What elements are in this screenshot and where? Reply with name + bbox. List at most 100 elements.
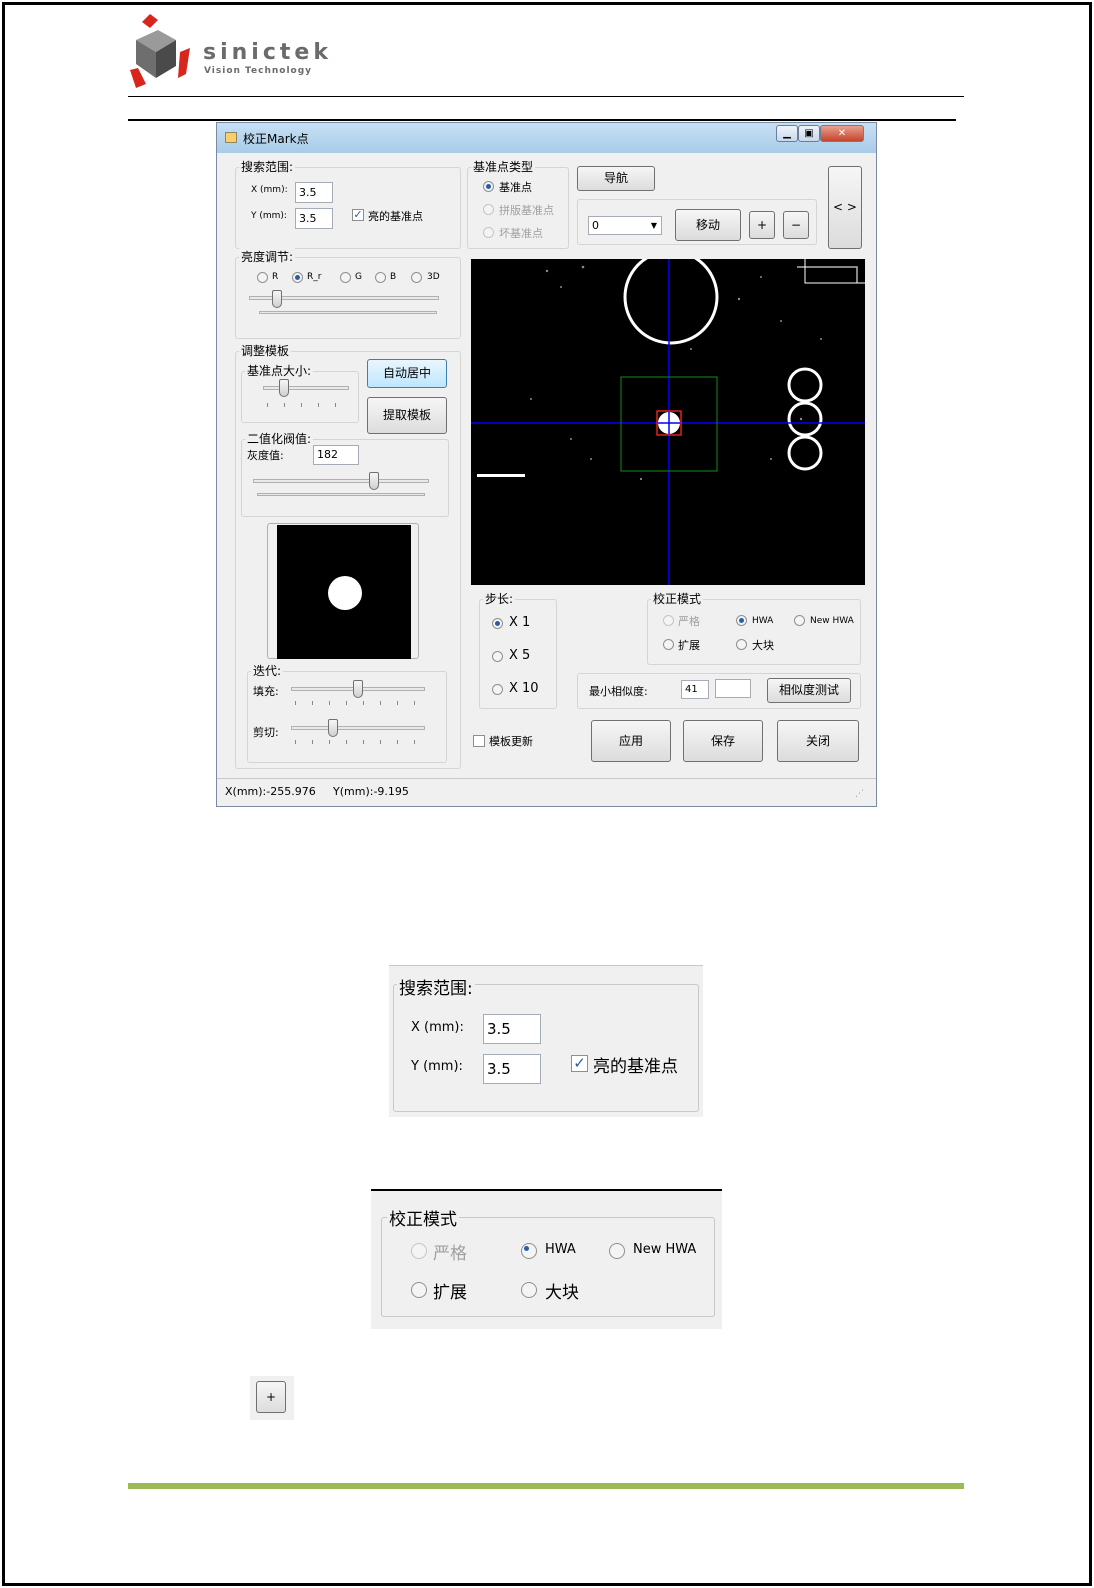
- auto-center-button[interactable]: 自动居中: [367, 359, 447, 388]
- fiducial-size-slider-thumb[interactable]: [279, 379, 289, 397]
- window-title: 校正Mark点: [243, 132, 309, 146]
- iterate-label: 迭代:: [251, 662, 284, 679]
- logo-name: sinictek: [203, 40, 332, 65]
- move-button[interactable]: 移动: [675, 209, 741, 241]
- fiducial-radio[interactable]: [483, 181, 494, 192]
- apply-button[interactable]: 应用: [591, 720, 671, 762]
- gray-level-bar: [257, 493, 425, 496]
- fill-slider-thumb[interactable]: [353, 680, 363, 698]
- binarize-label: 二值化阀值:: [245, 430, 314, 447]
- status-bar: X(mm):-255.976 Y(mm):-9.195 ⋰: [217, 778, 876, 806]
- close-button[interactable]: 关闭: [777, 720, 859, 762]
- min-similarity-input[interactable]: 41: [681, 680, 709, 699]
- brightness-slider-thumb[interactable]: [272, 290, 282, 308]
- zoom-mode-hwa-radio[interactable]: [521, 1243, 537, 1259]
- chevron-down-icon: ▼: [650, 221, 657, 230]
- template-preview-mark: [328, 576, 362, 610]
- camera-view[interactable]: [471, 259, 865, 585]
- brightness-label-r: R: [272, 272, 279, 282]
- y-range-label: Y (mm):: [251, 211, 287, 221]
- step-x1-label: X 1: [509, 615, 531, 630]
- close-window-button[interactable]: ✕: [820, 125, 864, 142]
- resize-grip-icon[interactable]: ⋰: [855, 789, 864, 799]
- x-range-input[interactable]: 3.5: [295, 182, 333, 203]
- navigate-button[interactable]: 导航: [577, 166, 655, 191]
- step-x10-radio[interactable]: [492, 684, 503, 695]
- bright-fiducial-checkbox[interactable]: ✓: [352, 209, 364, 221]
- zoom-x-range-input[interactable]: 3.5: [483, 1014, 541, 1044]
- mode-extend-radio[interactable]: [663, 639, 674, 650]
- zoom-plus-button[interactable]: +: [256, 1381, 286, 1413]
- mode-new-hwa-label: New HWA: [810, 616, 854, 626]
- mode-new-hwa-radio[interactable]: [794, 615, 805, 626]
- status-x-coordinate: X(mm):-255.976: [225, 785, 316, 798]
- header-rule-top: [128, 96, 964, 97]
- correction-mode-zoom: 校正模式 严格 HWA New HWA 扩展 大块: [371, 1189, 722, 1329]
- logo-tagline: Vision Technology: [204, 66, 313, 76]
- step-x5-radio[interactable]: [492, 651, 503, 662]
- panel-fiducial-label: 拼版基准点: [499, 204, 554, 217]
- header-rule-bottom: [128, 119, 956, 121]
- gray-slider-thumb[interactable]: [369, 472, 379, 490]
- extract-template-button[interactable]: 提取模板: [367, 397, 447, 434]
- plus-button[interactable]: +: [749, 211, 775, 239]
- calibrate-mark-window: 校正Mark点 ▁ ▣ ✕ 搜索范围: X (mm): 3.5 Y (mm): …: [216, 122, 877, 807]
- similarity-result-box: [715, 679, 751, 698]
- panel-fiducial-radio[interactable]: [483, 204, 494, 215]
- mode-block-radio[interactable]: [736, 639, 747, 650]
- zoom-y-range-input[interactable]: 3.5: [483, 1054, 541, 1084]
- mode-strict-radio[interactable]: [663, 615, 674, 626]
- status-y-coordinate: Y(mm):-9.195: [333, 785, 409, 798]
- zoom-mode-strict-radio[interactable]: [411, 1243, 427, 1259]
- title-bar[interactable]: 校正Mark点 ▁ ▣ ✕: [217, 123, 876, 153]
- close-icon: ✕: [837, 128, 847, 139]
- gray-slider-track[interactable]: [253, 479, 429, 483]
- fiducial-size-ticks: [267, 403, 349, 407]
- zoom-x-range-label: X (mm):: [411, 1020, 464, 1035]
- step-label: 步长:: [483, 590, 516, 607]
- zoom-mode-extend-label: 扩展: [433, 1283, 467, 1303]
- step-x1-radio[interactable]: [492, 618, 503, 629]
- restore-button[interactable]: ▣: [798, 125, 820, 142]
- brightness-radio-g[interactable]: [340, 272, 351, 283]
- side-toggle-button[interactable]: < >: [828, 166, 862, 249]
- zoom-mode-extend-radio[interactable]: [411, 1282, 427, 1298]
- x-range-label: X (mm):: [251, 185, 288, 195]
- brightness-radio-3d[interactable]: [411, 272, 422, 283]
- mode-strict-label: 严格: [678, 615, 700, 628]
- position-dropdown[interactable]: 0 ▼: [588, 216, 662, 235]
- save-button[interactable]: 保存: [683, 720, 763, 762]
- template-label: 调整模板: [239, 342, 292, 359]
- zoom-bright-fiducial-checkbox[interactable]: ✓: [571, 1055, 588, 1072]
- correction-mode-group: [647, 599, 861, 665]
- y-range-input[interactable]: 3.5: [295, 208, 333, 229]
- brightness-radio-r[interactable]: [257, 272, 268, 283]
- zoom-mode-new-hwa-radio[interactable]: [609, 1243, 625, 1259]
- mode-hwa-radio[interactable]: [736, 615, 747, 626]
- similarity-test-button[interactable]: 相似度测试: [767, 678, 851, 703]
- minus-button[interactable]: −: [783, 211, 809, 239]
- bright-fiducial-label: 亮的基准点: [368, 210, 423, 223]
- brightness-label-rr: R_r: [307, 272, 322, 282]
- brightness-radio-rr[interactable]: [292, 272, 303, 283]
- zoom-y-range-label: Y (mm):: [411, 1059, 463, 1074]
- minimize-button[interactable]: ▁: [776, 125, 798, 142]
- zoom-mode-block-label: 大块: [545, 1283, 579, 1303]
- cut-slider-track[interactable]: [291, 726, 425, 730]
- logo-cube-icon: [130, 14, 190, 88]
- zoom-mode-block-radio[interactable]: [521, 1282, 537, 1298]
- restore-icon: ▣: [804, 128, 814, 139]
- gray-value-input[interactable]: 182: [313, 445, 359, 465]
- bad-fiducial-radio[interactable]: [483, 227, 494, 238]
- bad-fiducial-label: 坏基准点: [499, 227, 543, 240]
- brightness-label: 亮度调节:: [239, 248, 296, 265]
- mode-hwa-label: HWA: [752, 616, 774, 626]
- fiducial-size-slider-track[interactable]: [263, 386, 349, 390]
- cut-slider-thumb[interactable]: [328, 719, 338, 737]
- app-icon: [225, 132, 237, 143]
- brightness-radio-b[interactable]: [375, 272, 386, 283]
- plus-button-zoom: +: [250, 1376, 294, 1420]
- fill-ticks: [295, 701, 425, 705]
- zoom-mode-hwa-label: HWA: [545, 1242, 576, 1257]
- template-update-checkbox[interactable]: ✓: [473, 735, 485, 747]
